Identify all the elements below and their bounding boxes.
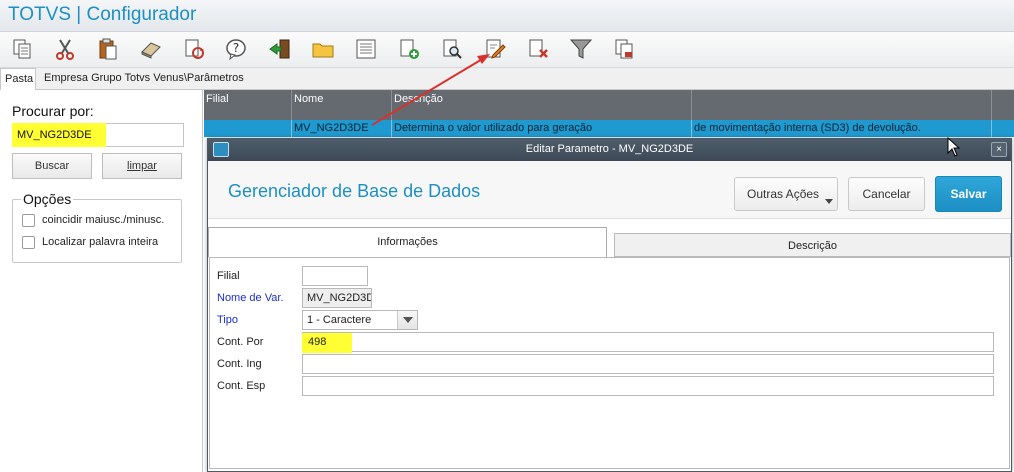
tab-descricao-label: Descrição <box>788 240 837 252</box>
search-input[interactable] <box>12 123 184 147</box>
add-doc-icon[interactable] <box>397 37 421 61</box>
options-legend: Opções <box>21 191 74 207</box>
eraser-icon[interactable] <box>139 37 163 61</box>
case-sensitive-label: coincidir maiusc./minusc. <box>42 214 165 226</box>
case-sensitive-checkbox[interactable] <box>22 214 35 227</box>
buscar-button[interactable]: Buscar <box>12 153 92 179</box>
help-icon[interactable]: ? <box>224 37 248 61</box>
option-whole-word[interactable]: Localizar palavra inteira <box>22 236 182 250</box>
nome-var-label: Nome de Var. <box>217 292 284 304</box>
chevron-down-icon <box>825 199 833 204</box>
whole-word-checkbox[interactable] <box>22 236 35 249</box>
grid-header: Filial Nome Descrição <box>204 90 1014 120</box>
cell-descricao: Determina o valor utilizado para geração <box>392 120 692 137</box>
col-descricao[interactable]: Descrição <box>392 90 692 120</box>
col-nome[interactable]: Nome <box>292 90 392 120</box>
cell-filial <box>204 120 292 137</box>
cell-nome: MV_NG2D3DE <box>292 120 392 137</box>
app-title: TOTVS | Configurador <box>8 4 197 25</box>
svg-text:?: ? <box>233 41 239 55</box>
cont-esp-field[interactable] <box>302 376 994 396</box>
close-icon[interactable]: × <box>991 142 1007 157</box>
dialog-title: Editar Parametro - MV_NG2D3DE <box>525 143 694 155</box>
cont-esp-label: Cont. Esp <box>217 380 266 392</box>
tab-informacoes[interactable]: Informações <box>208 227 607 257</box>
cancel-button[interactable]: Cancelar <box>848 177 925 211</box>
chevron-down-icon[interactable] <box>397 311 417 329</box>
tab-informacoes-label: Informações <box>377 236 438 248</box>
clipboard-icon[interactable] <box>96 37 120 61</box>
cont-por-field[interactable] <box>302 332 994 352</box>
folder-icon[interactable] <box>311 37 335 61</box>
search-label: Procurar por: <box>12 103 94 119</box>
whole-word-label: Localizar palavra inteira <box>42 236 159 248</box>
nome-var-field[interactable]: MV_NG2D3D <box>302 288 372 308</box>
tab-descricao[interactable]: Descrição <box>614 233 1011 257</box>
filial-label: Filial <box>217 270 240 282</box>
cont-por-label: Cont. Por <box>217 336 264 348</box>
save-button[interactable]: Salvar <box>935 176 1002 212</box>
cell-descricao-2: de movimentação interna (SD3) de devoluç… <box>692 120 992 137</box>
form-panel: Filial Nome de Var. MV_NG2D3D Tipo 1 - C… <box>209 257 1010 469</box>
tipo-label: Tipo <box>217 314 238 326</box>
print-doc-icon[interactable] <box>612 37 636 61</box>
exit-icon[interactable] <box>268 37 292 61</box>
tipo-select[interactable]: 1 - Caractere <box>302 310 418 330</box>
limpar-button[interactable]: limpar <box>102 153 182 179</box>
dialog-header: Gerenciador de Base de Dados Outras Açõe… <box>208 161 1011 219</box>
filial-field[interactable] <box>302 266 368 286</box>
scissors-icon[interactable] <box>53 37 77 61</box>
app-title-bar: TOTVS | Configurador <box>0 0 1014 32</box>
option-case-sensitive[interactable]: coincidir maiusc./minusc. <box>22 214 182 228</box>
col-filial[interactable]: Filial <box>204 90 292 120</box>
toolbar: ? <box>0 32 1014 68</box>
cont-por-value: 498 <box>308 336 327 348</box>
tab-strip: Pasta Empresa Grupo Totvs Venus\Parâmetr… <box>0 68 1014 90</box>
mouse-cursor-icon <box>947 137 961 157</box>
table-row[interactable]: MV_NG2D3DE Determina o valor utilizado p… <box>204 120 1014 137</box>
tab-pasta[interactable]: Pasta <box>0 68 36 90</box>
list-icon[interactable] <box>354 37 378 61</box>
edit-doc-icon[interactable] <box>483 37 507 61</box>
breadcrumb: Empresa Grupo Totvs Venus\Parâmetros <box>44 72 244 84</box>
preview-icon[interactable] <box>440 37 464 61</box>
copy-doc-icon[interactable] <box>10 37 34 61</box>
dialog-titlebar[interactable]: Editar Parametro - MV_NG2D3DE × <box>208 139 1011 161</box>
col-descricao-2[interactable] <box>692 90 992 120</box>
cont-ing-field[interactable] <box>302 354 994 374</box>
cont-ing-label: Cont. Ing <box>217 358 262 370</box>
tipo-value: 1 - Caractere <box>307 314 372 326</box>
outras-acoes-button[interactable]: Outras Ações <box>734 177 838 211</box>
refresh-doc-icon[interactable] <box>182 37 206 61</box>
search-panel: Procurar por: MV_NG2D3DE Buscar limpar O… <box>0 90 203 472</box>
outras-acoes-label: Outras Ações <box>747 187 820 201</box>
delete-doc-icon[interactable] <box>526 37 550 61</box>
options-group <box>12 199 182 263</box>
dialog-heading: Gerenciador de Base de Dados <box>228 181 481 201</box>
edit-parameter-dialog: Editar Parametro - MV_NG2D3DE × Gerencia… <box>207 138 1012 472</box>
filter-icon[interactable] <box>569 37 593 61</box>
